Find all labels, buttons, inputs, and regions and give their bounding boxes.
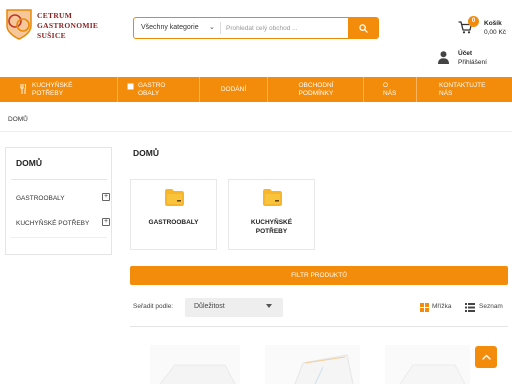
sidebar-item-kuchynske-potreby[interactable]: KUCHYŇSKÉ POTŘEBY + bbox=[16, 218, 112, 230]
nav-item-kuchynske-potreby[interactable]: KUCHYŇSKÉ POTŘEBY bbox=[0, 77, 118, 102]
expand-plus-icon[interactable]: + bbox=[102, 218, 110, 226]
category-name: GASTROOBALY bbox=[148, 219, 199, 226]
product-image[interactable] bbox=[265, 345, 360, 384]
caret-down-icon bbox=[266, 304, 272, 308]
sort-label: Seřadit podle: bbox=[133, 303, 174, 310]
account-label: Účet bbox=[458, 50, 473, 57]
login-link[interactable]: Přihlášení bbox=[458, 59, 487, 66]
category-card-kuchynske-potreby[interactable]: KUCHYŇSKÉ POTŘEBY bbox=[228, 179, 315, 250]
folder-icon bbox=[165, 189, 184, 206]
sort-select[interactable]: Důležitost bbox=[185, 298, 283, 317]
expand-plus-icon[interactable]: + bbox=[102, 193, 110, 201]
box-icon bbox=[127, 83, 134, 90]
divider bbox=[11, 179, 107, 180]
logo-emblem-icon bbox=[6, 9, 32, 40]
cart-label: Košík bbox=[484, 20, 502, 27]
account-widget[interactable]: Účet Přihlášení bbox=[436, 48, 512, 72]
nav-label: KONTAKTUJTE NÁS bbox=[439, 82, 486, 97]
search-icon bbox=[358, 23, 368, 33]
logo-line-1: CETRUM bbox=[37, 11, 73, 20]
nav-item-obchodni-podminky[interactable]: OBCHODNÍ PODMÍNKY bbox=[268, 77, 364, 102]
filter-products-button[interactable]: FILTR PRODUKTŮ bbox=[130, 266, 508, 285]
search-bar: Všechny kategorie ⌄ bbox=[133, 17, 379, 39]
folder-icon bbox=[263, 189, 282, 206]
chevron-up-icon bbox=[481, 354, 491, 360]
sidebar-item-gastroobaly[interactable]: GASTROOBALY + bbox=[16, 193, 112, 205]
view-grid-toggle[interactable]: Mřížka bbox=[420, 303, 460, 313]
sort-select-value: Důležitost bbox=[194, 303, 225, 310]
view-list-toggle[interactable]: Seznam bbox=[465, 303, 510, 313]
logo-line-2: GASTRONOMIE bbox=[37, 21, 99, 30]
nav-label: KUCHYŇSKÉ POTŘEBY bbox=[32, 82, 73, 97]
grid-icon bbox=[420, 303, 429, 312]
logo-line-3: SUŠICE bbox=[37, 31, 66, 40]
view-grid-label: Mřížka bbox=[432, 303, 452, 310]
search-input[interactable] bbox=[226, 18, 346, 38]
category-sidebar: DOMŮ GASTROOBALY + KUCHYŇSKÉ POTŘEBY + bbox=[5, 147, 112, 255]
page-title: DOMŮ bbox=[133, 148, 159, 158]
nav-label: GASTRO OBALY bbox=[138, 82, 166, 97]
nav-label: DODÁNÍ bbox=[220, 85, 247, 93]
sidebar-item-label: GASTROOBALY bbox=[16, 195, 65, 202]
store-logo[interactable]: CETRUM GASTRONOMIE SUŠICE bbox=[4, 6, 124, 46]
cart-count-badge: 0 bbox=[468, 16, 479, 27]
product-image[interactable] bbox=[150, 345, 240, 384]
cart-widget[interactable]: 0 Košík 0,00 Kč bbox=[456, 16, 512, 42]
category-select[interactable]: Všechny kategorie bbox=[141, 18, 199, 38]
nav-item-gastro-obaly[interactable]: GASTRO OBALY bbox=[118, 77, 200, 102]
logo-text: CETRUM GASTRONOMIE SUŠICE bbox=[37, 11, 98, 41]
chevron-down-icon[interactable]: ⌄ bbox=[209, 18, 215, 38]
product-image-graphic bbox=[294, 354, 354, 384]
nav-item-o-nas[interactable]: O NÁS bbox=[364, 77, 417, 102]
divider bbox=[130, 326, 508, 327]
product-image-graphic bbox=[399, 364, 466, 384]
view-list-label: Seznam bbox=[479, 303, 503, 310]
divider bbox=[0, 131, 512, 132]
nav-label: OBCHODNÍ PODMÍNKY bbox=[298, 82, 334, 97]
cart-total: 0,00 Kč bbox=[484, 29, 507, 36]
breadcrumb[interactable]: DOMŮ bbox=[8, 116, 28, 123]
nav-item-kontaktujte-nas[interactable]: KONTAKTUJTE NÁS bbox=[417, 77, 512, 102]
list-icon bbox=[465, 303, 475, 312]
main-nav: KUCHYŇSKÉ POTŘEBY GASTRO OBALY DODÁNÍ OB… bbox=[0, 77, 512, 102]
category-card-gastroobaly[interactable]: GASTROOBALY bbox=[130, 179, 217, 250]
product-image-graphic bbox=[159, 364, 236, 384]
scroll-to-top-button[interactable] bbox=[475, 346, 497, 368]
utensils-icon bbox=[20, 84, 26, 94]
sidebar-title: DOMŮ bbox=[16, 158, 42, 168]
nav-item-dodani[interactable]: DODÁNÍ bbox=[200, 77, 268, 102]
category-name: KUCHYŇSKÉ POTŘEBY bbox=[250, 219, 293, 235]
sidebar-item-label: KUCHYŇSKÉ POTŘEBY bbox=[16, 220, 90, 227]
nav-label: O NÁS bbox=[383, 82, 397, 97]
search-divider bbox=[220, 22, 221, 34]
user-icon bbox=[438, 51, 449, 64]
search-button[interactable] bbox=[348, 17, 378, 39]
divider bbox=[11, 237, 107, 238]
product-image[interactable] bbox=[385, 345, 470, 384]
